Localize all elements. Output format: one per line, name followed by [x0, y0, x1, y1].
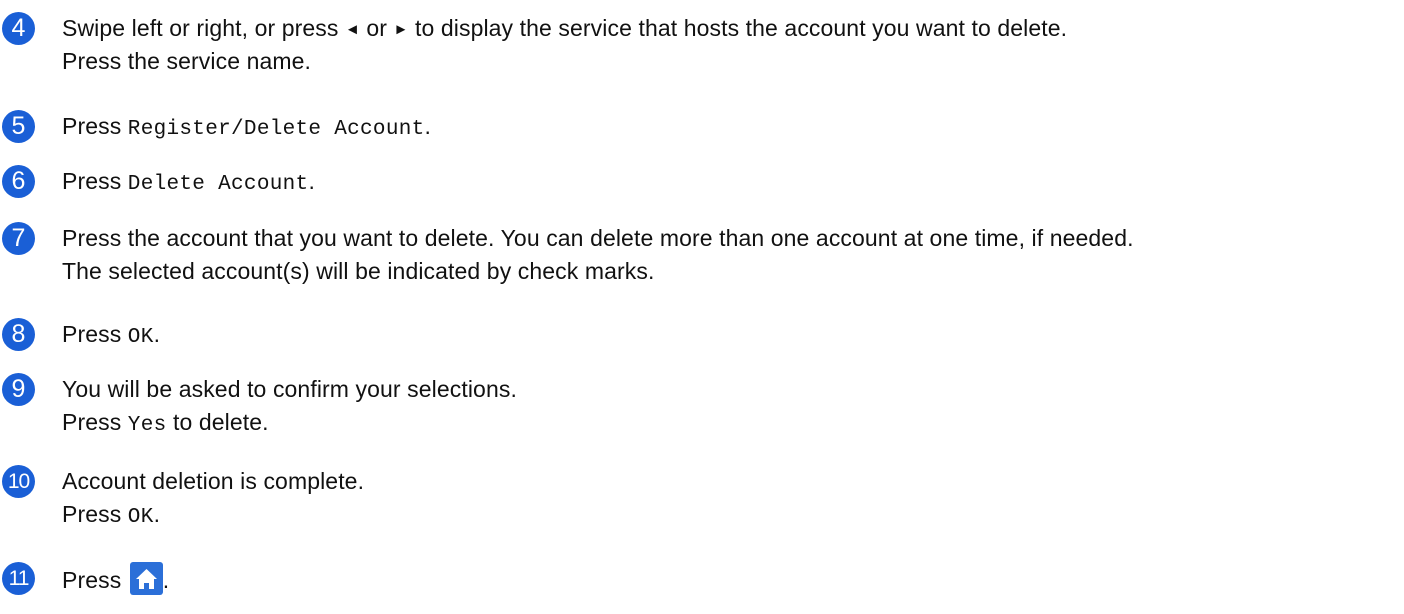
step-number: 6: [2, 165, 35, 198]
step-text: Press the account that you want to delet…: [62, 225, 1134, 251]
step-number: 10: [2, 465, 35, 498]
ui-label: Delete Account: [127, 173, 309, 196]
step-text: You will be asked to confirm your select…: [62, 376, 517, 402]
step-text: Press Register/Delete Account.: [62, 113, 432, 141]
right-arrow-icon: ►: [393, 21, 409, 38]
ui-label: Yes: [127, 414, 167, 437]
step-number: 4: [2, 12, 35, 45]
ui-label: Register/Delete Account: [127, 118, 425, 141]
step-number: 8: [2, 318, 35, 351]
step-text: Press Delete Account.: [62, 168, 315, 196]
step-text-line2: Press OK.: [62, 501, 161, 529]
ui-label: OK: [127, 326, 154, 349]
step-text: Press OK.: [62, 321, 161, 349]
step-number: 11: [2, 562, 35, 595]
ui-label: OK: [127, 506, 154, 529]
step-number: 7: [2, 222, 35, 255]
step-number: 5: [2, 110, 35, 143]
home-icon: [129, 562, 163, 595]
step-text: Swipe left or right, or press ◄ or ► to …: [62, 12, 1067, 48]
left-arrow-icon: ◄: [344, 21, 360, 38]
step-number: 9: [2, 373, 35, 406]
step-text-line2: Press the service name.: [62, 48, 312, 74]
step-text-line2: The selected account(s) will be indicate…: [62, 258, 655, 284]
step-text: Press .: [62, 562, 169, 597]
step-text-line2: Press Yes to delete.: [62, 409, 269, 437]
step-text: Account deletion is complete.: [62, 468, 365, 494]
